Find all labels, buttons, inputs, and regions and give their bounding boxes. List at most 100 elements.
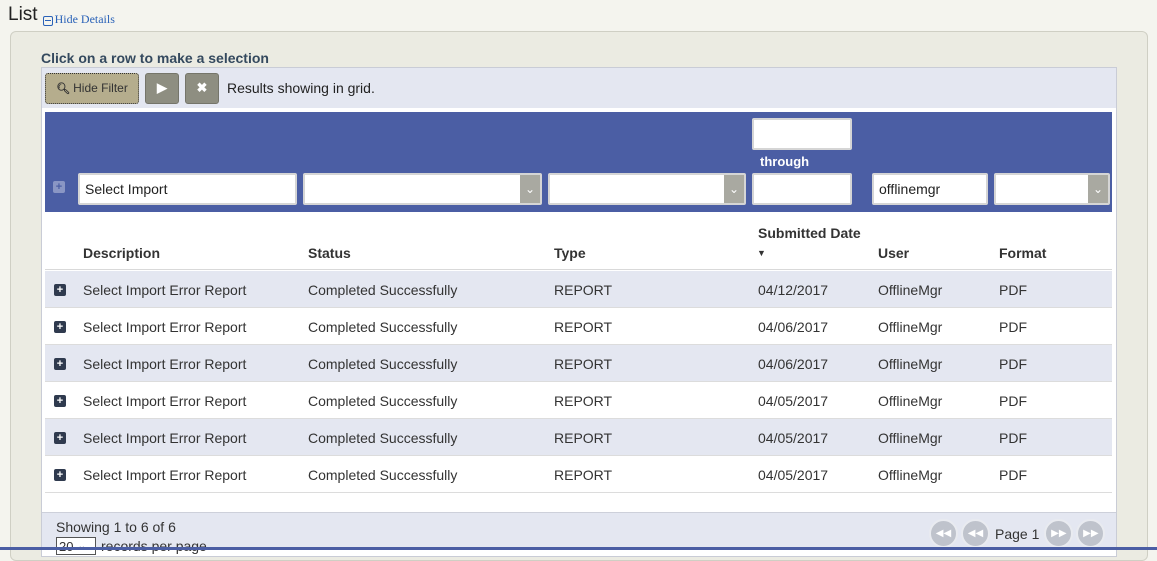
column-header-status[interactable]: Status: [308, 245, 351, 261]
expand-row-icon[interactable]: +: [54, 358, 66, 370]
cell-format: PDF: [999, 282, 1027, 298]
column-headers: Description Status Type Submitted Date ▼…: [45, 214, 1112, 270]
expand-row-icon[interactable]: +: [54, 321, 66, 333]
collapse-icon: [42, 15, 53, 26]
status-filter-select[interactable]: ⌄: [303, 173, 542, 205]
cell-type: REPORT: [554, 319, 613, 335]
results-status-text: Results showing in grid.: [227, 80, 375, 96]
cell-date: 04/05/2017: [758, 467, 829, 483]
per-page-control: 20 ⌄ records per page: [56, 537, 207, 555]
cell-description: Select Import Error Report: [83, 356, 247, 372]
run-filter-button[interactable]: ▶: [145, 72, 179, 104]
cell-user: OfflineMgr: [878, 430, 943, 446]
per-page-value: 20: [59, 538, 74, 554]
cell-user: OfflineMgr: [878, 393, 943, 409]
play-icon: ▶: [157, 80, 167, 95]
hide-filter-label: Hide Filter: [73, 81, 128, 95]
per-page-label: records per page: [101, 538, 207, 554]
cell-date: 04/06/2017: [758, 356, 829, 372]
grid-toolbar: 🔍︎ Hide Filter ▶ ✖ Results showing in gr…: [42, 68, 1116, 108]
grid-rows: + Select Import Error Report Completed S…: [45, 271, 1112, 493]
cell-user: OfflineMgr: [878, 282, 943, 298]
description-filter-input[interactable]: Select Import: [78, 173, 297, 205]
title-row: List Hide Details: [8, 4, 115, 30]
cell-user: OfflineMgr: [878, 319, 943, 335]
showing-count-text: Showing 1 to 6 of 6: [56, 519, 176, 535]
first-page-button[interactable]: ◀◀: [929, 519, 958, 548]
sort-descending-icon: ▼: [757, 248, 766, 258]
filter-row: + Select Import ⌄ ⌄ through offlinemgr ⌄: [45, 112, 1112, 212]
cell-type: REPORT: [554, 430, 613, 446]
cell-status: Completed Successfully: [308, 319, 458, 335]
hide-details-link[interactable]: Hide Details: [42, 12, 115, 27]
cell-date: 04/05/2017: [758, 393, 829, 409]
expand-row-icon[interactable]: +: [54, 395, 66, 407]
close-icon: ✖: [196, 80, 208, 95]
cell-format: PDF: [999, 430, 1027, 446]
chevron-down-icon: ⌄: [724, 175, 744, 203]
cell-user: OfflineMgr: [878, 467, 943, 483]
cell-description: Select Import Error Report: [83, 319, 247, 335]
cell-status: Completed Successfully: [308, 282, 458, 298]
pagination: ◀◀ ◀◀ Page 1 ▶▶ ▶▶: [929, 519, 1108, 548]
cell-status: Completed Successfully: [308, 430, 458, 446]
cell-date: 04/12/2017: [758, 282, 829, 298]
last-page-button[interactable]: ▶▶: [1076, 519, 1106, 548]
clear-filter-button[interactable]: ✖: [185, 72, 219, 104]
type-filter-select[interactable]: ⌄: [548, 173, 746, 205]
table-row[interactable]: + Select Import Error Report Completed S…: [45, 345, 1112, 382]
table-row[interactable]: + Select Import Error Report Completed S…: [45, 308, 1112, 345]
cell-user: OfflineMgr: [878, 356, 943, 372]
cell-type: REPORT: [554, 282, 613, 298]
previous-page-icon: ◀◀: [967, 528, 984, 539]
through-label: through: [760, 154, 810, 169]
cell-format: PDF: [999, 319, 1027, 335]
previous-page-button[interactable]: ◀◀: [961, 519, 990, 548]
chevron-down-icon: ⌄: [520, 175, 540, 203]
cell-description: Select Import Error Report: [83, 430, 247, 446]
cell-format: PDF: [999, 467, 1027, 483]
last-page-icon: ▶▶: [1083, 528, 1099, 539]
hide-filter-button[interactable]: 🔍︎ Hide Filter: [45, 72, 139, 104]
cell-description: Select Import Error Report: [83, 393, 247, 409]
date-to-input[interactable]: [752, 173, 852, 205]
expand-row-icon[interactable]: +: [54, 469, 66, 481]
table-row[interactable]: + Select Import Error Report Completed S…: [45, 271, 1112, 308]
search-icon: 🔍︎: [56, 82, 71, 95]
page-title: List: [8, 4, 38, 25]
cell-format: PDF: [999, 356, 1027, 372]
table-row[interactable]: + Select Import Error Report Completed S…: [45, 419, 1112, 456]
column-header-user[interactable]: User: [878, 245, 909, 261]
cell-date: 04/06/2017: [758, 319, 829, 335]
cell-status: Completed Successfully: [308, 467, 458, 483]
first-page-icon: ◀◀: [935, 528, 952, 539]
column-header-format[interactable]: Format: [999, 245, 1046, 261]
cell-type: REPORT: [554, 393, 613, 409]
expand-row-icon[interactable]: +: [54, 432, 66, 444]
cell-status: Completed Successfully: [308, 356, 458, 372]
cell-description: Select Import Error Report: [83, 282, 247, 298]
cell-format: PDF: [999, 393, 1027, 409]
next-page-button[interactable]: ▶▶: [1044, 519, 1074, 548]
format-filter-select[interactable]: ⌄: [994, 173, 1110, 205]
cell-status: Completed Successfully: [308, 393, 458, 409]
chevron-down-icon: ⌄: [1088, 175, 1108, 203]
table-row[interactable]: + Select Import Error Report Completed S…: [45, 456, 1112, 493]
hide-details-label: Hide Details: [54, 12, 115, 26]
instruction-text: Click on a row to make a selection: [41, 50, 269, 66]
cell-description: Select Import Error Report: [83, 467, 247, 483]
column-header-type[interactable]: Type: [554, 245, 586, 261]
cell-type: REPORT: [554, 467, 613, 483]
table-row[interactable]: + Select Import Error Report Completed S…: [45, 382, 1112, 419]
cell-date: 04/05/2017: [758, 430, 829, 446]
next-page-icon: ▶▶: [1051, 528, 1067, 539]
column-header-description[interactable]: Description: [83, 245, 160, 261]
per-page-select[interactable]: 20 ⌄: [56, 537, 96, 555]
expand-row-icon[interactable]: +: [54, 284, 66, 296]
expand-all-icon[interactable]: +: [53, 181, 65, 193]
date-from-input[interactable]: [752, 118, 852, 150]
cell-type: REPORT: [554, 356, 613, 372]
grid-footer: Showing 1 to 6 of 6 20 ⌄ records per pag…: [42, 512, 1116, 555]
user-filter-input[interactable]: offlinemgr: [872, 173, 988, 205]
column-header-submitted-date[interactable]: Submitted Date: [758, 225, 861, 241]
